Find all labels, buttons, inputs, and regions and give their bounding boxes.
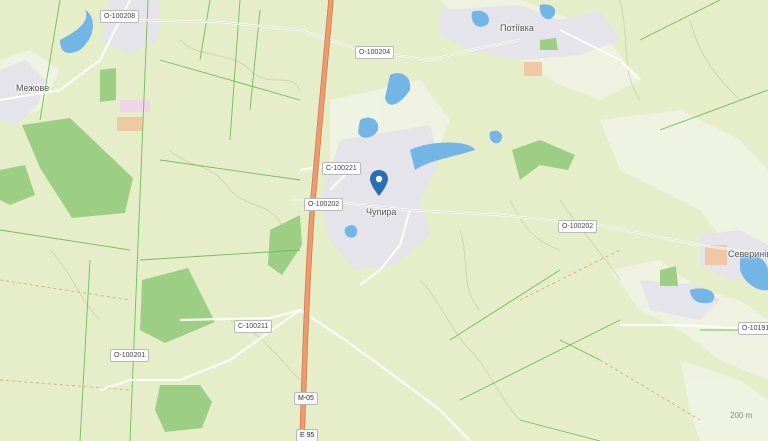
place-label-potiivka: Потіївка bbox=[500, 23, 534, 33]
farm-area bbox=[117, 117, 143, 131]
map-pin-icon bbox=[370, 170, 388, 196]
road-shield-c100221: С-100221 bbox=[322, 162, 361, 175]
road-shield-c100211: С-100211 bbox=[234, 320, 273, 333]
road-shield-m05: М-05 bbox=[294, 392, 318, 405]
road-shield-o101914: О-101914 bbox=[738, 322, 768, 335]
place-label-chupyra: Чупира bbox=[366, 207, 397, 217]
place-label-severynivka: Северинівка bbox=[728, 249, 768, 259]
road-shield-o100204: О-100204 bbox=[355, 46, 395, 59]
road-shield-o100202-left: О-100202 bbox=[304, 198, 344, 211]
road-shield-o100208: О-100208 bbox=[100, 10, 140, 23]
road-shield-e95: Е 95 bbox=[296, 429, 319, 441]
elevation-label: 200 m bbox=[730, 411, 753, 420]
map-base-layer bbox=[0, 0, 768, 441]
location-marker[interactable] bbox=[370, 170, 388, 196]
map-canvas[interactable]: Межове Потіївка Чупира Северинівка О-100… bbox=[0, 0, 768, 441]
road-shield-o100201: О-100201 bbox=[110, 349, 150, 362]
place-label-mezhove: Межове bbox=[16, 83, 50, 93]
farm-area bbox=[524, 62, 542, 76]
special-zone bbox=[120, 100, 150, 112]
road-shield-o100202-right: О-100202 bbox=[558, 220, 598, 233]
